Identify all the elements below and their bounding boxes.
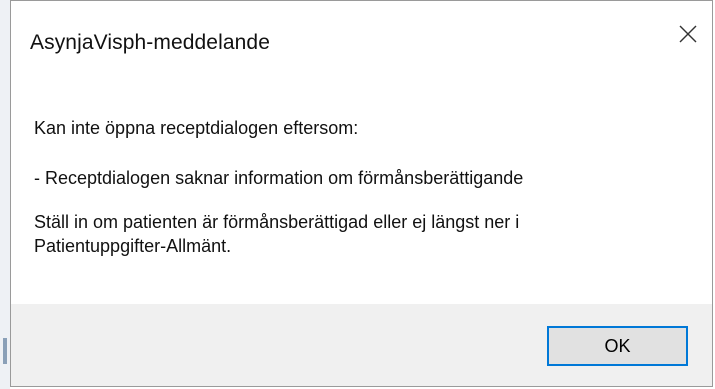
close-button[interactable] [666, 13, 712, 59]
close-icon [679, 25, 697, 43]
dialog-titlebar[interactable]: AsynjaVisph-meddelande [11, 1, 712, 77]
dialog-body: Kan inte öppna receptdialogen eftersom: … [11, 77, 712, 305]
background-window-mark [3, 338, 7, 364]
message-line-4: Patientuppgifter-Allmänt. [34, 236, 232, 256]
message-line-3: Ställ in om patienten är förmånsberättig… [34, 212, 520, 232]
message-line-1: Kan inte öppna receptdialogen eftersom: [34, 118, 359, 138]
background-window-edge [0, 0, 10, 389]
dialog-title: AsynjaVisph-meddelande [30, 31, 270, 54]
message-line-2: - Receptdialogen saknar information om f… [34, 168, 524, 188]
dialog-footer: OK [11, 304, 712, 386]
ok-button-label: OK [604, 335, 631, 356]
ok-button[interactable]: OK [547, 326, 688, 366]
message-dialog: AsynjaVisph-meddelande Kan inte öppna re… [10, 0, 713, 387]
